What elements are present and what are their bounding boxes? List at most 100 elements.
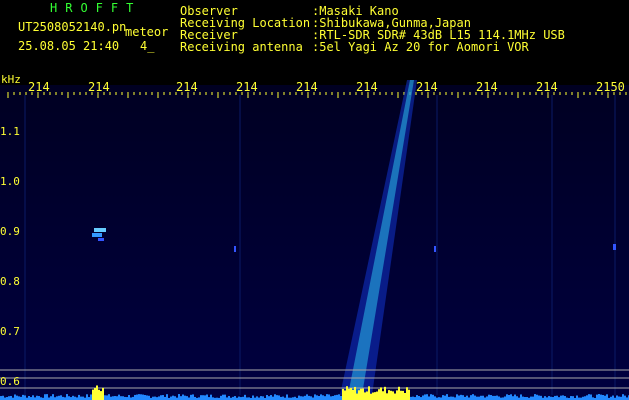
spectrum-bar	[434, 396, 436, 400]
spectrum-bar	[342, 388, 344, 400]
spectrum-bar	[190, 394, 192, 400]
spectrum-bar	[362, 388, 364, 400]
spectrum-bar	[328, 394, 330, 400]
spectrum-bar	[432, 394, 434, 400]
spectrum-bar	[316, 395, 318, 400]
spectrum-bar	[184, 395, 186, 400]
spectrum-bar	[332, 396, 334, 400]
spectrum-bar	[368, 386, 370, 400]
spectrum-bar	[586, 395, 588, 400]
spectrum-bar	[78, 394, 80, 400]
x-tick-label: 214	[476, 80, 498, 94]
x-tick-label: 214	[88, 80, 110, 94]
spectrum-bar	[134, 394, 136, 400]
spectrum-bar	[268, 396, 270, 400]
spectrum-bar	[544, 396, 546, 400]
spectrum-bar	[68, 396, 70, 400]
spectrum-bar	[256, 396, 258, 400]
spectrum-bar	[538, 395, 540, 400]
y-tick-label: 0.9	[0, 225, 20, 238]
spectrum-bar	[282, 396, 284, 400]
spectrum-bar	[508, 394, 510, 400]
spectrum-bar	[128, 395, 130, 400]
spectrum-bar	[270, 395, 272, 400]
spectrum-bar	[116, 396, 118, 400]
spectrum-bar	[534, 394, 536, 400]
timestamp: 25.08.05 21:40	[18, 39, 120, 53]
spectrum-bar	[234, 396, 236, 400]
spectrum-bar	[374, 392, 376, 400]
spectrum-bar	[402, 390, 404, 400]
spectrum-bar	[486, 396, 488, 400]
spectrum-bar	[192, 394, 194, 400]
spectrum-bar	[384, 386, 386, 400]
spectrum-bar	[510, 394, 512, 400]
spectrum-bar	[472, 394, 474, 400]
x-tick-label: 2150	[596, 80, 625, 94]
spectrum-bar	[488, 394, 490, 400]
spectrum-bar	[178, 394, 180, 400]
spectrum-bar	[372, 392, 374, 400]
spectrum-bar	[570, 396, 572, 400]
spectrum-bar	[122, 396, 124, 400]
spectrum-bar	[480, 395, 482, 400]
spectrum-bar	[476, 396, 478, 400]
spectrum-bar	[66, 394, 68, 400]
spectrum-bar	[300, 396, 302, 400]
spectrum-bar	[450, 396, 452, 400]
spectrum-bar	[560, 395, 562, 400]
spectrum-bar	[478, 396, 480, 400]
spectrum-bar	[492, 395, 494, 400]
spectrum-bar	[136, 394, 138, 400]
spectrum-bar	[388, 390, 390, 400]
spectrum-bar	[352, 389, 354, 400]
spectrum-bar	[0, 396, 2, 400]
spectrum-bar	[154, 396, 156, 400]
y-tick-label: 1.0	[0, 175, 20, 188]
spectrum-bar	[94, 387, 96, 400]
spectrum-bar	[556, 395, 558, 400]
spectrum-bar	[298, 395, 300, 400]
spectrum-bar	[520, 394, 522, 400]
spectrum-bar	[144, 395, 146, 400]
spectrum-bar	[272, 396, 274, 400]
spectrum-bar	[606, 394, 608, 400]
spectrum-bar	[14, 394, 16, 400]
spectrum-bar	[600, 394, 602, 400]
spectrum-bar	[260, 396, 262, 400]
spectrum-bar	[166, 394, 168, 400]
spectrum-bar	[276, 395, 278, 400]
spectrum-bar	[416, 395, 418, 400]
spectrum-bar	[540, 395, 542, 400]
spectrum-bar	[28, 396, 30, 400]
spectrum-bar	[504, 396, 506, 400]
spectrum-bar	[366, 391, 368, 400]
spectrum-bar	[262, 396, 264, 400]
x-tick-label: 214	[416, 80, 438, 94]
spectrum-bar	[378, 389, 380, 400]
spectrum-bar	[304, 395, 306, 400]
spectrum-bar	[356, 393, 358, 400]
spectrum-bar	[348, 388, 350, 400]
spectrum-bar	[96, 385, 98, 400]
spectrum-bar	[616, 395, 618, 400]
spectrum-bar	[50, 396, 52, 400]
spectrum-bar	[442, 395, 444, 400]
spectrum-bar	[458, 395, 460, 400]
spectrum-bar	[364, 392, 366, 400]
spectrum-bar	[334, 395, 336, 400]
y-tick-label: 0.7	[0, 325, 20, 338]
spectrum-bar	[302, 396, 304, 400]
spectrum-bar	[358, 390, 360, 400]
spectrum-bar	[490, 395, 492, 400]
spectrum-bar	[202, 395, 204, 400]
spectrum-bar	[82, 396, 84, 400]
spectrum-bar	[100, 391, 102, 400]
spectrum-bar	[418, 396, 420, 400]
spectrum-bar	[266, 394, 268, 400]
spectrum-bar	[424, 394, 426, 400]
spectrum-bar	[220, 395, 222, 400]
spectrum-bar	[252, 395, 254, 400]
spectrum-bar	[142, 394, 144, 400]
spectrum-bar	[140, 394, 142, 400]
